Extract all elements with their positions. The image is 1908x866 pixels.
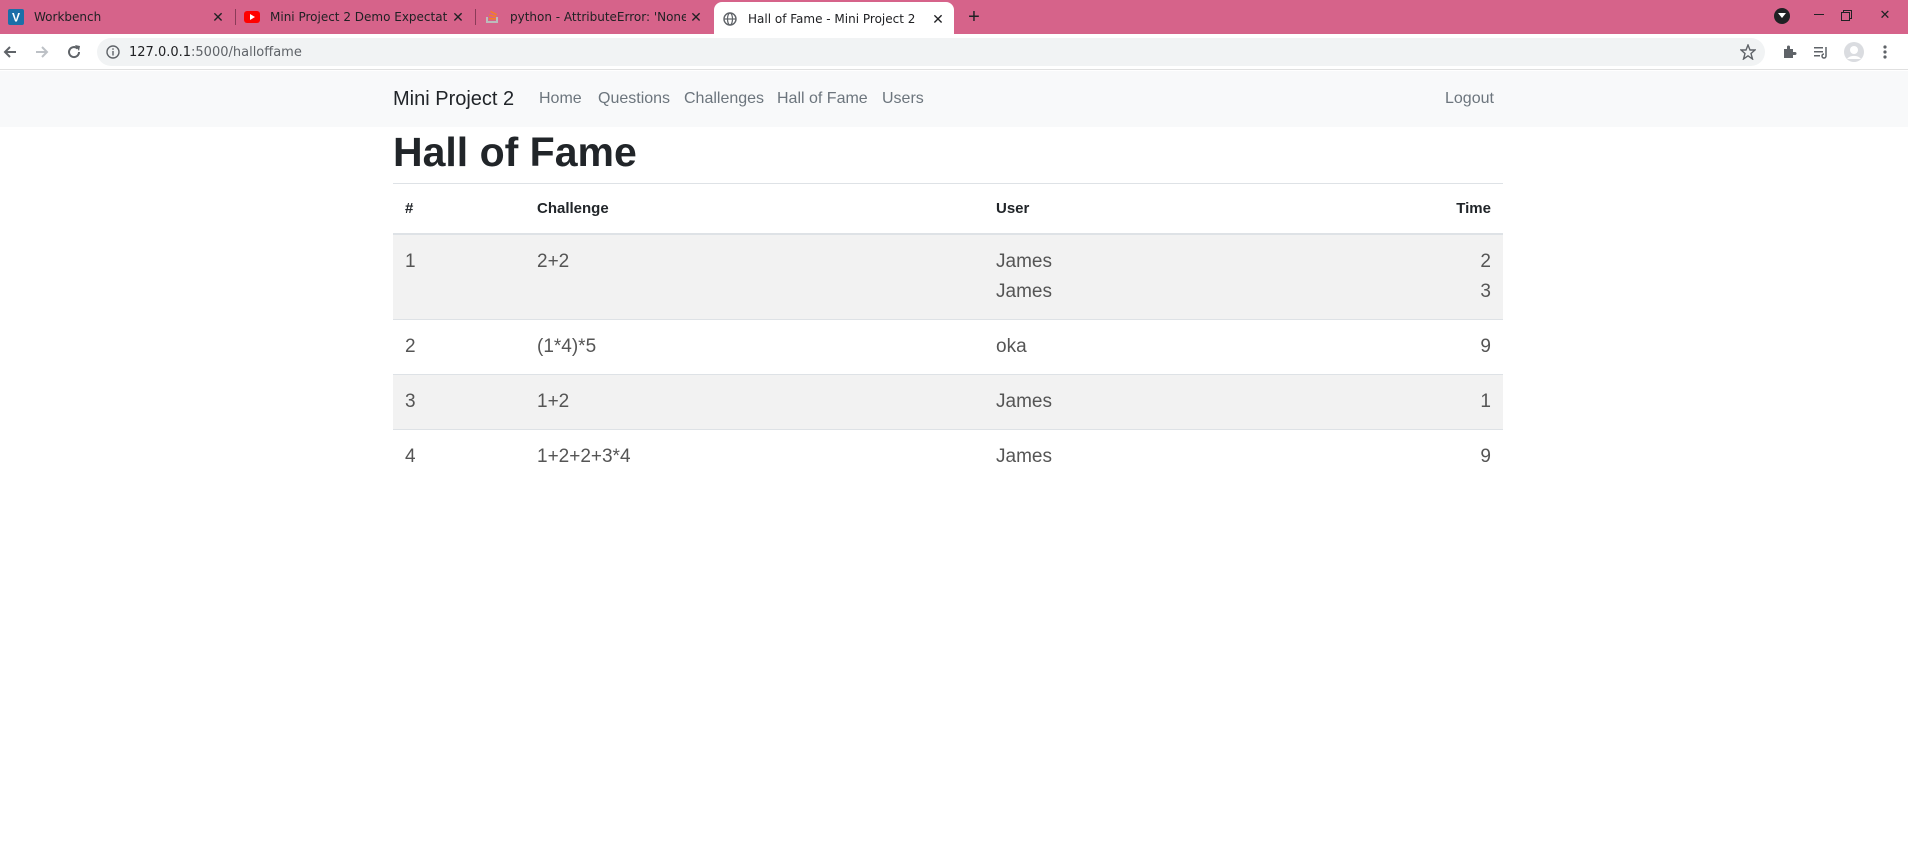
close-icon[interactable]: ✕: [448, 7, 468, 27]
close-icon[interactable]: ✕: [928, 9, 948, 29]
nav-link-hall-of-fame[interactable]: Hall of Fame: [777, 90, 868, 108]
time-value: 9: [1480, 445, 1491, 467]
user-value: James: [996, 250, 1052, 272]
address-bar[interactable]: 127.0.0.1:5000/halloffame: [97, 38, 1765, 66]
close-icon[interactable]: ✕: [208, 7, 228, 27]
rank-cell: 3: [393, 373, 525, 429]
rank-cell: 2: [393, 318, 525, 374]
nav-link-logout[interactable]: Logout: [1445, 90, 1494, 108]
time-value: 9: [1480, 335, 1491, 357]
youtube-icon: [244, 9, 260, 25]
browser-tabstrip: V Workbench ✕ Mini Project 2 Demo Expect…: [0, 0, 1908, 36]
time-cell: 1: [1414, 373, 1503, 429]
browser-tab-workbench[interactable]: V Workbench ✕: [0, 0, 234, 34]
browser-tab-youtube[interactable]: Mini Project 2 Demo Expectations ✕: [236, 0, 474, 34]
nav-link-challenges[interactable]: Challenges: [684, 90, 764, 108]
svg-text:V: V: [12, 11, 20, 25]
challenge-value: 2+2: [537, 250, 570, 272]
navbar-brand[interactable]: Mini Project 2: [393, 88, 514, 111]
challenge-cell: 2+2: [525, 233, 984, 319]
time-value: 3: [1480, 280, 1491, 302]
browser-tab-hall-of-fame[interactable]: Hall of Fame - Mini Project 2 ✕: [714, 2, 954, 36]
user-cell: oka: [984, 318, 1414, 374]
url-host: 127.0.0.1: [129, 44, 192, 60]
challenge-cell: 1+2+2+3*4: [525, 428, 984, 484]
minimize-icon[interactable]: [1806, 0, 1832, 30]
profile-avatar-icon[interactable]: [1843, 41, 1865, 63]
nav-link-questions[interactable]: Questions: [598, 90, 670, 108]
challenge-value: (1*4)*5: [537, 335, 597, 357]
tab-title: python - AttributeError: 'NoneTyp: [510, 10, 686, 24]
forward-arrow-icon[interactable]: [30, 40, 54, 64]
site-navbar: Mini Project 2 Home Questions Challenges…: [0, 71, 1908, 127]
stackoverflow-icon: [484, 9, 500, 25]
time-value: 1: [1480, 390, 1491, 412]
user-cell: James: [984, 428, 1414, 484]
v-icon: V: [8, 9, 24, 25]
hall-of-fame-table: # Challenge User Time 1 2+2 James James …: [393, 183, 1503, 484]
user-value: James: [996, 280, 1052, 302]
nav-link-home[interactable]: Home: [539, 90, 582, 108]
challenge-value: 1+2+2+3*4: [537, 445, 631, 467]
user-value: oka: [996, 335, 1027, 357]
extensions-icon[interactable]: [1778, 41, 1800, 63]
url-text[interactable]: 127.0.0.1:5000/halloffame: [129, 45, 302, 60]
media-control-icon[interactable]: [1810, 41, 1832, 63]
restore-icon[interactable]: [1833, 0, 1859, 30]
user-value: James: [996, 390, 1052, 412]
rank-value: 1: [405, 250, 416, 272]
new-tab-plus-icon[interactable]: +: [962, 5, 986, 29]
tab-title: Workbench: [34, 10, 102, 24]
table-row: 2 (1*4)*5 oka 9: [393, 318, 1503, 374]
back-arrow-icon[interactable]: [0, 40, 22, 64]
rank-cell: 1: [393, 233, 525, 319]
rank-value: 3: [405, 390, 416, 412]
close-window-icon[interactable]: ✕: [1872, 0, 1898, 30]
info-icon[interactable]: [105, 44, 121, 60]
challenge-cell: (1*4)*5: [525, 318, 984, 374]
page-title: Hall of Fame: [393, 129, 637, 175]
rank-value: 2: [405, 335, 416, 357]
browser-toolbar: 127.0.0.1:5000/halloffame: [0, 34, 1908, 70]
nav-link-users[interactable]: Users: [882, 90, 924, 108]
close-icon[interactable]: ✕: [686, 7, 706, 27]
tab-title: Hall of Fame - Mini Project 2: [748, 12, 916, 26]
globe-icon: [722, 11, 738, 27]
rank-value: 4: [405, 445, 416, 467]
column-header-challenge: Challenge: [525, 183, 984, 235]
time-cell: 9: [1414, 318, 1503, 374]
column-header-rank: #: [393, 183, 525, 235]
rank-cell: 4: [393, 428, 525, 484]
menu-kebab-icon[interactable]: [1874, 41, 1896, 63]
table-row: 1 2+2 James James 2 3: [393, 233, 1503, 319]
challenge-cell: 1+2: [525, 373, 984, 429]
reload-icon[interactable]: [62, 40, 86, 64]
time-value: 2: [1480, 250, 1491, 272]
table-header-row: # Challenge User Time: [393, 183, 1503, 235]
time-cell: 2 3: [1414, 233, 1503, 319]
challenge-value: 1+2: [537, 390, 570, 412]
user-cell: James James: [984, 233, 1414, 319]
table-row: 3 1+2 James 1: [393, 373, 1503, 429]
user-value: James: [996, 445, 1052, 467]
url-path: :5000/halloffame: [191, 44, 302, 60]
time-cell: 9: [1414, 428, 1503, 484]
column-header-time: Time: [1414, 183, 1503, 235]
tab-search-icon[interactable]: [1774, 8, 1790, 24]
table-row: 4 1+2+2+3*4 James 9: [393, 428, 1503, 484]
column-header-user: User: [984, 183, 1414, 235]
bookmark-star-icon[interactable]: [1739, 43, 1757, 61]
browser-tab-stackoverflow[interactable]: python - AttributeError: 'NoneTyp ✕: [476, 0, 712, 34]
tab-title: Mini Project 2 Demo Expectations: [270, 10, 448, 24]
user-cell: James: [984, 373, 1414, 429]
